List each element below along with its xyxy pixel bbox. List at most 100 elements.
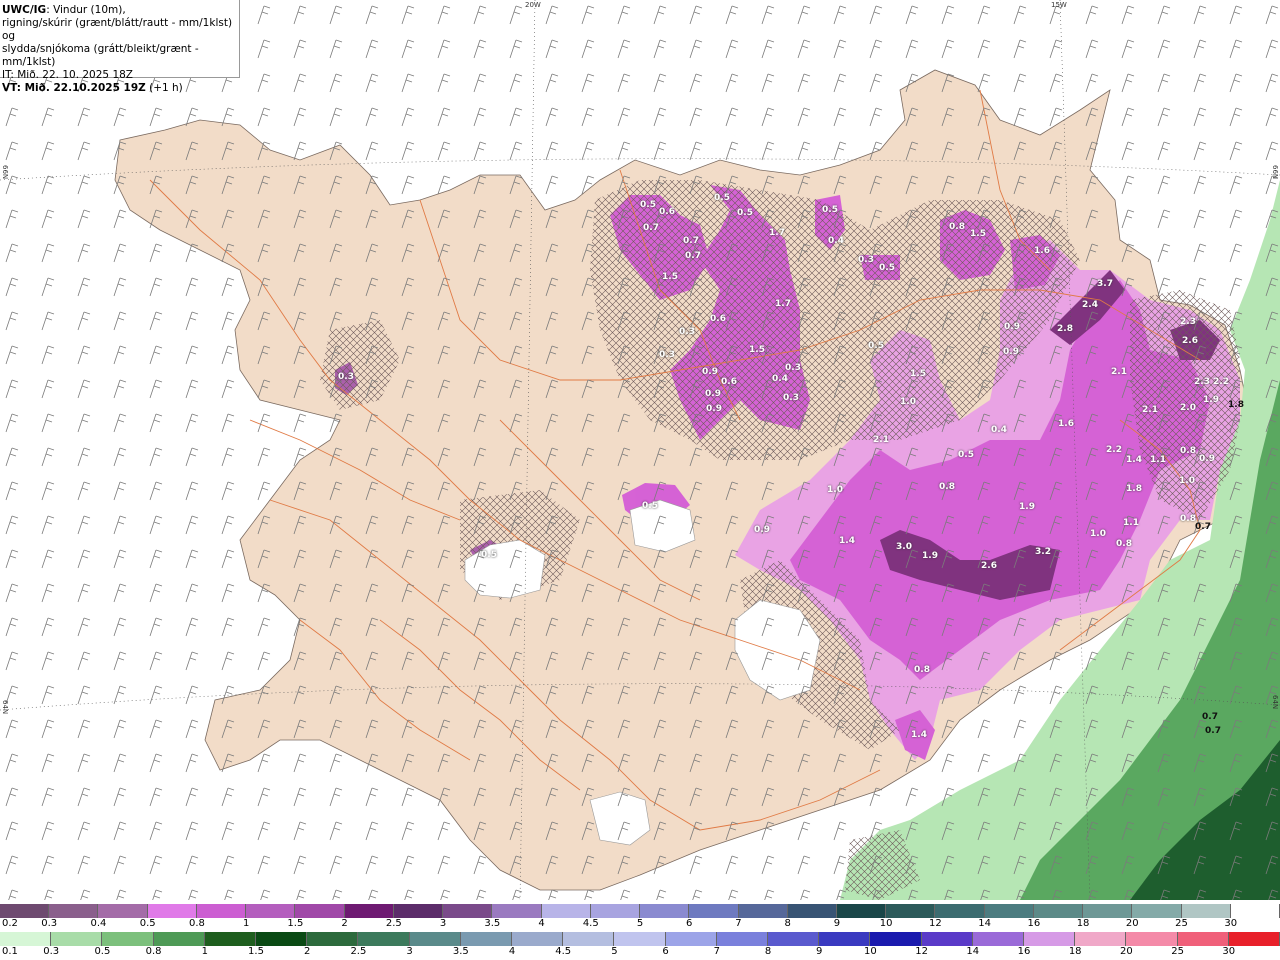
snow-value-label: 1.5 [910, 369, 926, 379]
snow-value-label: 0.7 [685, 251, 701, 261]
legend-swatch [512, 932, 564, 946]
legend-swatch [0, 904, 50, 918]
snow-value-label: 0.6 [659, 207, 675, 217]
legend-swatch [614, 932, 666, 946]
legend-swatch [870, 932, 922, 946]
snow-value-label: 0.3 [783, 393, 799, 403]
snow-value-label: 0.5 [822, 205, 838, 215]
legend-label: 3.5 [484, 918, 501, 929]
legend-label: 6 [686, 918, 693, 929]
snow-value-label: 1.6 [1034, 246, 1050, 256]
valid-time: VT: Mið. 22.10.2025 19Z [2, 82, 146, 94]
legend-swatch [541, 904, 591, 918]
legend-swatch [409, 932, 461, 946]
legend-label: 2.5 [350, 946, 367, 957]
legend-rain-scale [0, 932, 1280, 946]
snow-value-label: 1.5 [662, 272, 678, 282]
subtitle-line-rain: rigning/skúrir (grænt/blátt/rautt - mm/1… [2, 17, 233, 42]
snow-value-label: 0.4 [772, 374, 788, 384]
snow-value-label: 0.3 [785, 363, 801, 373]
legend-label: 2 [304, 946, 311, 957]
lat-label-66n-left: 66N [1, 165, 9, 180]
snow-value-label: 0.9 [1199, 454, 1215, 464]
legend-label: 1.5 [287, 918, 304, 929]
legend-swatch [393, 904, 444, 918]
legend-swatch [358, 932, 410, 946]
legend-label: 30 [1222, 946, 1236, 957]
snow-value-label: 3.2 [1035, 547, 1051, 557]
legend-label: 0.3 [43, 946, 60, 957]
snow-value-label: 2.2 [1106, 445, 1122, 455]
legend-swatch [153, 932, 205, 946]
snow-value-label: 2.3 [1180, 317, 1196, 327]
valid-time-line: VT: Mið. 22.10.2025 19Z (+1 h) [2, 82, 237, 95]
legend-swatch [590, 904, 641, 918]
snow-value-label: 1.5 [970, 229, 986, 239]
snow-value-label: 0.4 [991, 425, 1007, 435]
snow-value-label: 1.1 [1150, 455, 1166, 465]
legend-label: 7 [713, 946, 720, 957]
legend-label: 5 [611, 946, 618, 957]
legend-label: 0.5 [94, 946, 111, 957]
snow-value-label: 1.8 [1126, 484, 1142, 494]
legend-label: 9 [833, 918, 841, 929]
legend-swatch [1132, 904, 1182, 918]
snow-value-label: 2.0 [1180, 403, 1196, 413]
snow-value-label: 1.9 [1203, 395, 1219, 405]
snow-value-label: 0.9 [754, 525, 770, 535]
legend-label: 20 [1120, 946, 1133, 957]
legend-swatch [98, 904, 148, 918]
legend-swatch [640, 904, 690, 918]
legend-label: 4 [508, 946, 516, 957]
legend-label: 4 [538, 918, 545, 929]
snow-value-label: 1.4 [839, 536, 855, 546]
legend-label: 0.8 [188, 918, 205, 929]
legend-swatch [0, 932, 52, 946]
legend-swatch [204, 932, 257, 946]
legend-swatch [1075, 932, 1127, 946]
map-info-box: UWC/IG: Vindur (10m), rigning/skúrir (gr… [0, 0, 240, 94]
snow-value-label: 2.2 [1213, 377, 1229, 387]
legend-swatch [665, 932, 717, 946]
snow-value-label: 0.4 [828, 236, 844, 246]
legend-swatch [492, 904, 542, 918]
legend-label: 5 [636, 918, 644, 929]
lat-label-64n-left: 64N [1, 700, 9, 715]
snow-value-label: 2.1 [1111, 367, 1127, 377]
legend-swatch [1083, 904, 1133, 918]
snow-value-label: 2.6 [981, 561, 997, 571]
legend-label: 0.5 [139, 918, 156, 929]
snow-value-label: 0.5 [737, 208, 753, 218]
legend-swatch [307, 932, 359, 946]
legend-swatch [921, 932, 973, 946]
snow-value-label: 1.7 [769, 228, 785, 238]
wind-barbs [0, 0, 1280, 900]
snow-value-label: 3.0 [896, 542, 912, 552]
legend-label: 8 [784, 918, 791, 929]
snow-value-label: 0.9 [702, 367, 718, 377]
legend-label: 16 [1027, 918, 1041, 929]
legend-label: 18 [1076, 918, 1090, 929]
legend-label: 16 [1017, 946, 1031, 957]
snow-value-label: 0.8 [1180, 514, 1196, 524]
legend-swatch [768, 932, 820, 946]
title-desc: : Vindur (10m), [46, 4, 126, 16]
snow-value-label: 0.8 [949, 222, 965, 232]
snow-value-label: 0.5 [958, 450, 974, 460]
rain-value-label: 0.7 [1195, 522, 1211, 532]
snow-value-label: 1.4 [1126, 455, 1142, 465]
legend-swatch [102, 932, 154, 946]
snow-value-label: 0.5 [714, 193, 730, 203]
legend-label: 10 [864, 946, 877, 957]
weather-map [0, 0, 1280, 900]
legend-label: 0.2 [2, 918, 18, 929]
legend-swatch [1181, 904, 1231, 918]
init-time: IT: Mið. 22. 10. 2025 18Z [2, 69, 133, 81]
legend-label: 14 [978, 918, 991, 929]
legend-swatch [819, 932, 871, 946]
legend-label: 2 [341, 918, 348, 929]
snow-value-label: 0.7 [643, 223, 659, 233]
rain-value-label: 1.8 [1228, 400, 1244, 410]
legend-swatch [984, 904, 1034, 918]
legend-swatch [787, 904, 837, 918]
